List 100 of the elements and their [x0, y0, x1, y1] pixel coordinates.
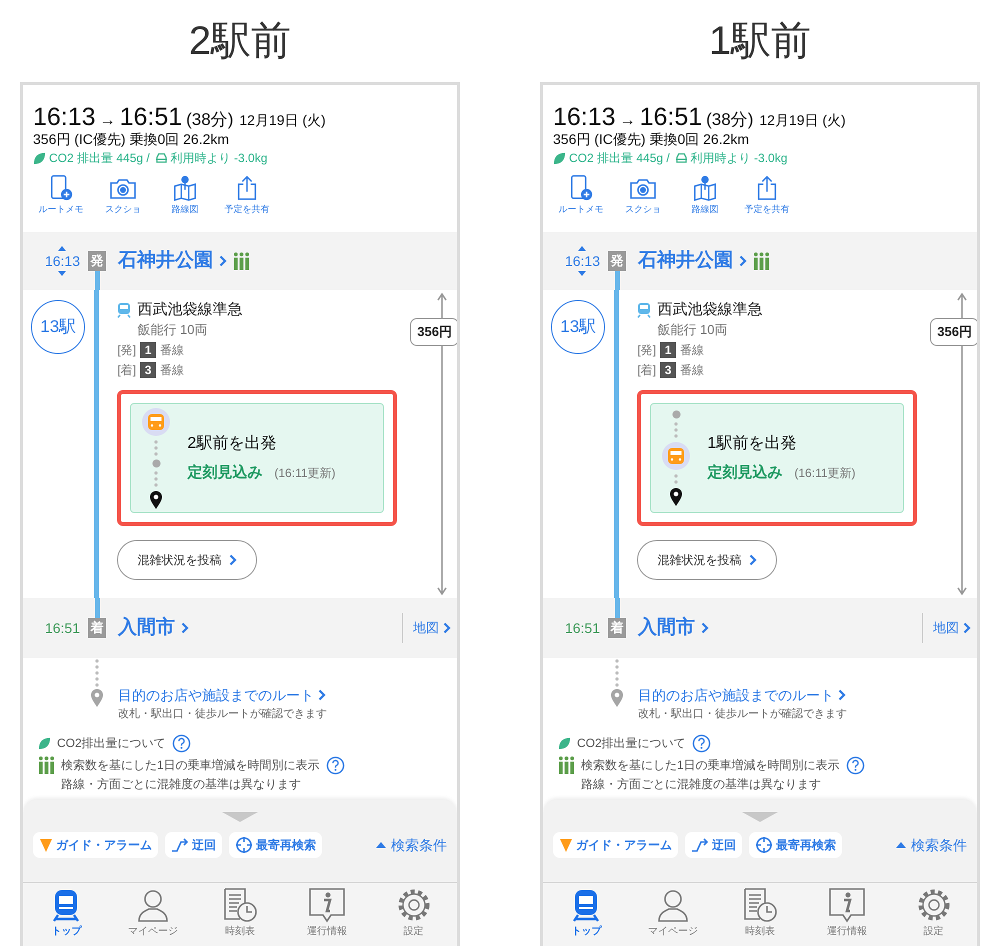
collapse-handle[interactable]: [742, 812, 778, 824]
dotted-line: [673, 472, 680, 484]
help-icon[interactable]: [326, 756, 345, 775]
stop-count-button[interactable]: 13駅: [551, 300, 606, 354]
platform-number: 3: [140, 362, 156, 378]
crowd-bars-icon: [233, 252, 250, 270]
map-link[interactable]: 地図: [413, 618, 451, 638]
collapse-handle[interactable]: [222, 812, 258, 824]
tab[interactable]: 設定: [890, 883, 977, 946]
tab[interactable]: マイページ: [110, 883, 197, 946]
platform-label: [着]: [637, 362, 656, 379]
action-button[interactable]: スクショ: [95, 175, 151, 216]
settings-icon: [916, 887, 952, 923]
stop-dot-icon: [152, 458, 161, 468]
train-destination: 飯能行 10両: [657, 321, 728, 340]
note-text: 検索数を基にした1日の乗車増減を時間別に表示: [61, 757, 320, 774]
chevron-icon: [739, 255, 747, 267]
note-text: CO2排出量について: [577, 735, 686, 752]
train-position-icon: [141, 406, 172, 436]
arrive-time: 16:51: [120, 102, 182, 132]
toolbar-button[interactable]: 迂回: [685, 832, 742, 858]
share-icon: [235, 175, 259, 201]
updated-time: (16:11更新): [794, 464, 856, 482]
action-button[interactable]: 路線図: [157, 175, 213, 216]
punctuality-text: 定刻見込み: [707, 462, 782, 483]
tab[interactable]: 運行情報: [283, 883, 370, 946]
time-earlier-icon[interactable]: [56, 245, 68, 252]
co2-text: CO2 排出量 445g /: [569, 150, 670, 167]
search-conditions-button[interactable]: 検索条件: [896, 834, 967, 856]
note-text: 路線・方面ごとに混雑度の基準は異なります: [61, 776, 301, 793]
congestion-post-button[interactable]: 混雑状況を投稿: [117, 540, 258, 580]
toolbar-button[interactable]: ガイド・アラーム: [33, 832, 158, 858]
map-link[interactable]: 地図: [933, 618, 971, 638]
tab[interactable]: トップ: [543, 883, 630, 946]
departure-time: 16:13: [44, 252, 80, 270]
destination-route-hint: 改札・駅出口・徒歩ルートが確認できます: [118, 706, 327, 722]
action-button[interactable]: スクショ: [615, 175, 671, 216]
toolbar-button[interactable]: ガイド・アラーム: [553, 832, 678, 858]
train-position-icon: [661, 440, 692, 470]
detour-icon: [171, 837, 189, 853]
screen-heading: 2駅前: [188, 18, 292, 65]
map-pin-icon: [692, 175, 718, 201]
triangle-icon: [559, 837, 573, 853]
live-status-text: 1駅前を出発: [707, 434, 798, 454]
time-earlier-icon[interactable]: [576, 245, 588, 252]
destination-route-link[interactable]: 目的のお店や施設までのルート: [118, 684, 327, 706]
station-badge: 着: [608, 618, 626, 638]
station-link[interactable]: 石神井公園: [118, 246, 227, 276]
tab[interactable]: 運行情報: [803, 883, 890, 946]
chevron-icon: [181, 622, 189, 634]
destination-route-hint: 改札・駅出口・徒歩ルートが確認できます: [638, 706, 847, 722]
share-icon: [755, 175, 779, 201]
tab[interactable]: 時刻表: [196, 883, 284, 946]
time-later-icon[interactable]: [56, 270, 68, 277]
search-conditions-button[interactable]: 検索条件: [376, 834, 447, 856]
help-icon[interactable]: [692, 734, 711, 753]
location-pin-icon: [90, 688, 104, 708]
congestion-post-button[interactable]: 混雑状況を投稿: [637, 540, 778, 580]
chevron-icon: [838, 689, 846, 701]
dotted-line: [153, 470, 160, 488]
station-badge: 着: [88, 618, 106, 638]
timetable-clock-icon: [742, 887, 778, 923]
action-button[interactable]: ルートメモ: [553, 175, 609, 216]
stop-count-button[interactable]: 13駅: [31, 300, 86, 354]
station-link[interactable]: 入間市: [638, 598, 709, 658]
chevron-icon: [749, 554, 758, 566]
action-button[interactable]: ルートメモ: [33, 175, 89, 216]
tab[interactable]: 設定: [370, 883, 457, 946]
tab[interactable]: トップ: [23, 883, 110, 946]
dotted-line: [153, 438, 160, 456]
action-button[interactable]: 予定を共有: [739, 175, 795, 216]
tab[interactable]: マイページ: [630, 883, 717, 946]
help-icon[interactable]: [846, 756, 865, 775]
arrival-time: 16:51: [564, 618, 600, 638]
note-text: CO2排出量について: [57, 735, 166, 752]
action-button[interactable]: 路線図: [677, 175, 733, 216]
station-link[interactable]: 入間市: [118, 598, 189, 658]
car-icon: [154, 152, 168, 164]
date-text: 12月19日 (火): [759, 111, 846, 130]
screen-heading: 1駅前: [708, 18, 812, 65]
crosshair-icon: [755, 836, 773, 854]
toolbar-button[interactable]: 迂回: [165, 832, 222, 858]
help-icon[interactable]: [172, 734, 191, 753]
crowd-bars-icon: [558, 756, 575, 775]
stop-dot-icon: [672, 410, 681, 418]
train-icon: [117, 302, 132, 318]
time-later-icon[interactable]: [576, 270, 588, 277]
platform-label: [発]: [637, 342, 656, 359]
platform-number: 1: [660, 342, 676, 358]
toolbar-button[interactable]: 最寄再検索: [229, 832, 322, 858]
duration-text: (38分): [706, 109, 754, 131]
toolbar-button[interactable]: 最寄再検索: [749, 832, 842, 858]
action-button[interactable]: 予定を共有: [219, 175, 275, 216]
fare-tag: 356円: [410, 318, 457, 346]
station-link[interactable]: 石神井公園: [638, 246, 747, 276]
tab[interactable]: 時刻表: [716, 883, 804, 946]
info-bubble-icon: [828, 887, 866, 923]
station-badge: 発: [88, 251, 106, 271]
destination-route-link[interactable]: 目的のお店や施設までのルート: [638, 684, 847, 706]
crowd-bars-icon: [38, 756, 55, 775]
